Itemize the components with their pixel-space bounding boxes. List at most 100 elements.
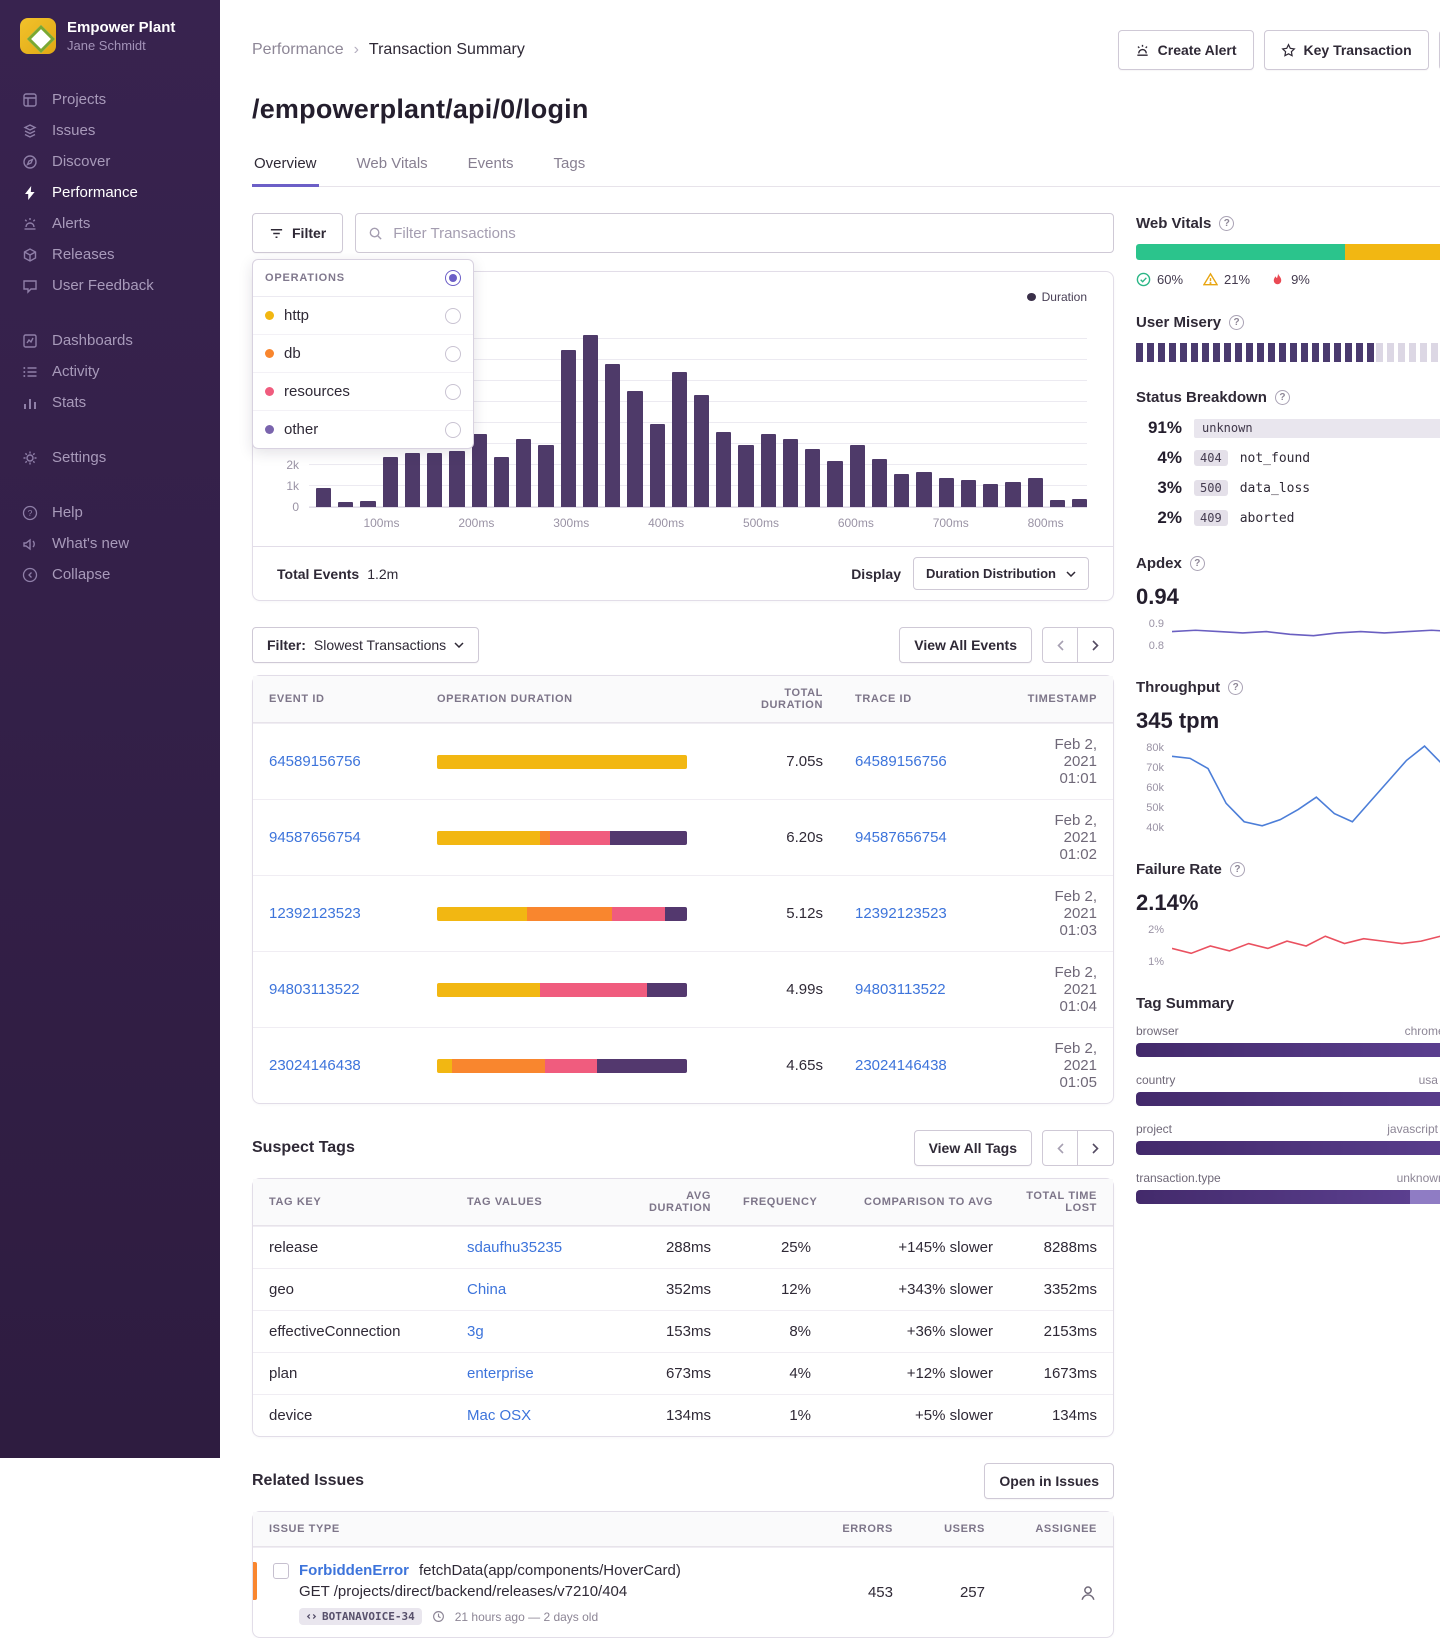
operations-all-radio[interactable]	[445, 270, 461, 286]
status-breakdown-help-icon[interactable]: ?	[1275, 390, 1290, 405]
tag-value-link[interactable]: sdaufhu35235	[467, 1239, 562, 1256]
apdex-help-icon[interactable]: ?	[1190, 556, 1205, 571]
sidebar-item-user-feedback[interactable]: User Feedback	[0, 270, 220, 301]
event-id-link[interactable]: 94587656754	[269, 829, 361, 846]
issue-project-badge[interactable]: BOTANAVOICE-34	[299, 1608, 422, 1625]
suspect-tags-title: Suspect Tags	[252, 1139, 355, 1157]
search-input[interactable]	[393, 225, 1101, 242]
event-row: 94803113522 4.99s 94803113522 Feb 2, 202…	[253, 951, 1113, 1027]
db-radio[interactable]	[445, 346, 461, 362]
histogram-bar	[1072, 499, 1087, 507]
web-vitals-help-icon[interactable]: ?	[1219, 216, 1234, 231]
other-radio[interactable]	[445, 422, 461, 438]
db-color-dot-icon	[265, 349, 274, 358]
failure-rate-help-icon[interactable]: ?	[1230, 862, 1245, 877]
sidebar-primary-nav: Projects Issues Discover Performance Ale…	[0, 84, 220, 301]
status-row: 2% 409 aborted	[1136, 508, 1440, 528]
sidebar-item-whats-new[interactable]: What's new	[0, 528, 220, 559]
operation-option-resources[interactable]: resources	[253, 373, 473, 411]
sidebar-item-label: Collapse	[52, 566, 110, 583]
trace-id-link[interactable]: 94587656754	[855, 829, 947, 846]
issue-age: 21 hours ago — 2 days old	[455, 1610, 598, 1624]
failure-rate-sparkline	[1172, 924, 1440, 968]
event-id-link[interactable]: 64589156756	[269, 753, 361, 770]
related-issues-title: Related Issues	[252, 1472, 364, 1490]
events-prev-button[interactable]	[1042, 627, 1078, 663]
app-sidebar: Empower Plant Jane Schmidt Projects Issu…	[0, 0, 220, 1458]
key-transaction-button[interactable]: Key Transaction	[1264, 30, 1429, 70]
open-in-issues-button[interactable]: Open in Issues	[984, 1463, 1114, 1499]
sidebar-item-alerts[interactable]: Alerts	[0, 208, 220, 239]
trace-id-link[interactable]: 23024146438	[855, 1057, 947, 1074]
org-switcher[interactable]: Empower Plant Jane Schmidt	[0, 18, 220, 54]
event-id-link[interactable]: 23024146438	[269, 1057, 361, 1074]
issue-checkbox[interactable]	[273, 1563, 289, 1579]
operation-option-http[interactable]: http	[253, 297, 473, 335]
display-select[interactable]: Duration Distribution	[913, 557, 1089, 590]
trace-id-link[interactable]: 12392123523	[855, 905, 947, 922]
histogram-bar	[783, 439, 798, 507]
star-icon	[1281, 43, 1296, 58]
operation-option-db[interactable]: db	[253, 335, 473, 373]
tags-next-button[interactable]	[1078, 1130, 1114, 1166]
sidebar-item-label: Dashboards	[52, 332, 133, 349]
histogram-bar	[850, 445, 865, 507]
sidebar-item-collapse[interactable]: Collapse	[0, 559, 220, 590]
events-table: EVENT ID OPERATION DURATION TOTAL DURATI…	[252, 675, 1114, 1104]
tags-prev-button[interactable]	[1042, 1130, 1078, 1166]
sidebar-item-projects[interactable]: Projects	[0, 84, 220, 115]
http-radio[interactable]	[445, 308, 461, 324]
sidebar-item-discover[interactable]: Discover	[0, 146, 220, 177]
event-id-link[interactable]: 12392123523	[269, 905, 361, 922]
events-next-button[interactable]	[1078, 627, 1114, 663]
check-circle-icon	[1136, 272, 1151, 287]
filter-button[interactable]: Filter	[252, 213, 343, 253]
sidebar-item-releases[interactable]: Releases	[0, 239, 220, 270]
issue-type-link[interactable]: ForbiddenError	[299, 1562, 409, 1579]
tag-value-link[interactable]: 3g	[467, 1323, 484, 1340]
issue-assignee[interactable]	[1001, 1572, 1113, 1614]
events-filter-select[interactable]: Filter: Slowest Transactions	[252, 627, 479, 663]
tag-value-link[interactable]: China	[467, 1281, 506, 1298]
tag-value-link[interactable]: enterprise	[467, 1365, 534, 1382]
sidebar-item-dashboards[interactable]: Dashboards	[0, 325, 220, 356]
tag-value-link[interactable]: Mac OSX	[467, 1407, 531, 1424]
operation-option-other[interactable]: other	[253, 411, 473, 448]
throughput-help-icon[interactable]: ?	[1228, 680, 1243, 695]
trace-id-link[interactable]: 64589156756	[855, 753, 947, 770]
create-alert-button[interactable]: Create Alert	[1118, 30, 1254, 70]
user-misery-help-icon[interactable]: ?	[1229, 315, 1244, 330]
suspect-tag-row: plan enterprise 673ms 4% +12% slower 167…	[253, 1352, 1113, 1394]
tab-overview[interactable]: Overview	[252, 145, 319, 187]
releases-icon	[22, 247, 39, 263]
resources-radio[interactable]	[445, 384, 461, 400]
vitals-good-stat: 60%	[1136, 272, 1183, 287]
sidebar-item-performance[interactable]: Performance	[0, 177, 220, 208]
sidebar-item-label: Alerts	[52, 215, 90, 232]
clock-icon	[432, 1610, 445, 1623]
filter-icon	[269, 226, 284, 241]
view-all-tags-button[interactable]: View All Tags	[914, 1130, 1032, 1166]
histogram-bar	[650, 424, 665, 507]
events-pagination	[1042, 627, 1114, 663]
trace-id-link[interactable]: 94803113522	[855, 981, 946, 998]
sidebar-item-help[interactable]: ? Help	[0, 497, 220, 528]
sidebar-item-activity[interactable]: Activity	[0, 356, 220, 387]
sidebar-item-issues[interactable]: Issues	[0, 115, 220, 146]
user-misery-section: User Misery?	[1136, 314, 1440, 362]
chevron-down-icon	[1066, 571, 1076, 577]
tab-tags[interactable]: Tags	[552, 145, 588, 187]
tab-web-vitals[interactable]: Web Vitals	[355, 145, 430, 187]
sidebar-item-stats[interactable]: Stats	[0, 387, 220, 418]
sidebar-item-settings[interactable]: Settings	[0, 442, 220, 473]
other-color-dot-icon	[265, 425, 274, 434]
view-all-events-button[interactable]: View All Events	[899, 627, 1032, 663]
event-id-link[interactable]: 94803113522	[269, 981, 360, 998]
org-name: Empower Plant	[67, 19, 175, 38]
chart-legend-duration[interactable]: Duration	[1027, 290, 1087, 304]
histogram-bar	[672, 372, 687, 507]
tag-summary-row: browser chrome 90%	[1136, 1024, 1440, 1057]
tab-events[interactable]: Events	[466, 145, 516, 187]
help-icon: ?	[22, 505, 39, 521]
breadcrumb-performance[interactable]: Performance	[252, 41, 344, 59]
